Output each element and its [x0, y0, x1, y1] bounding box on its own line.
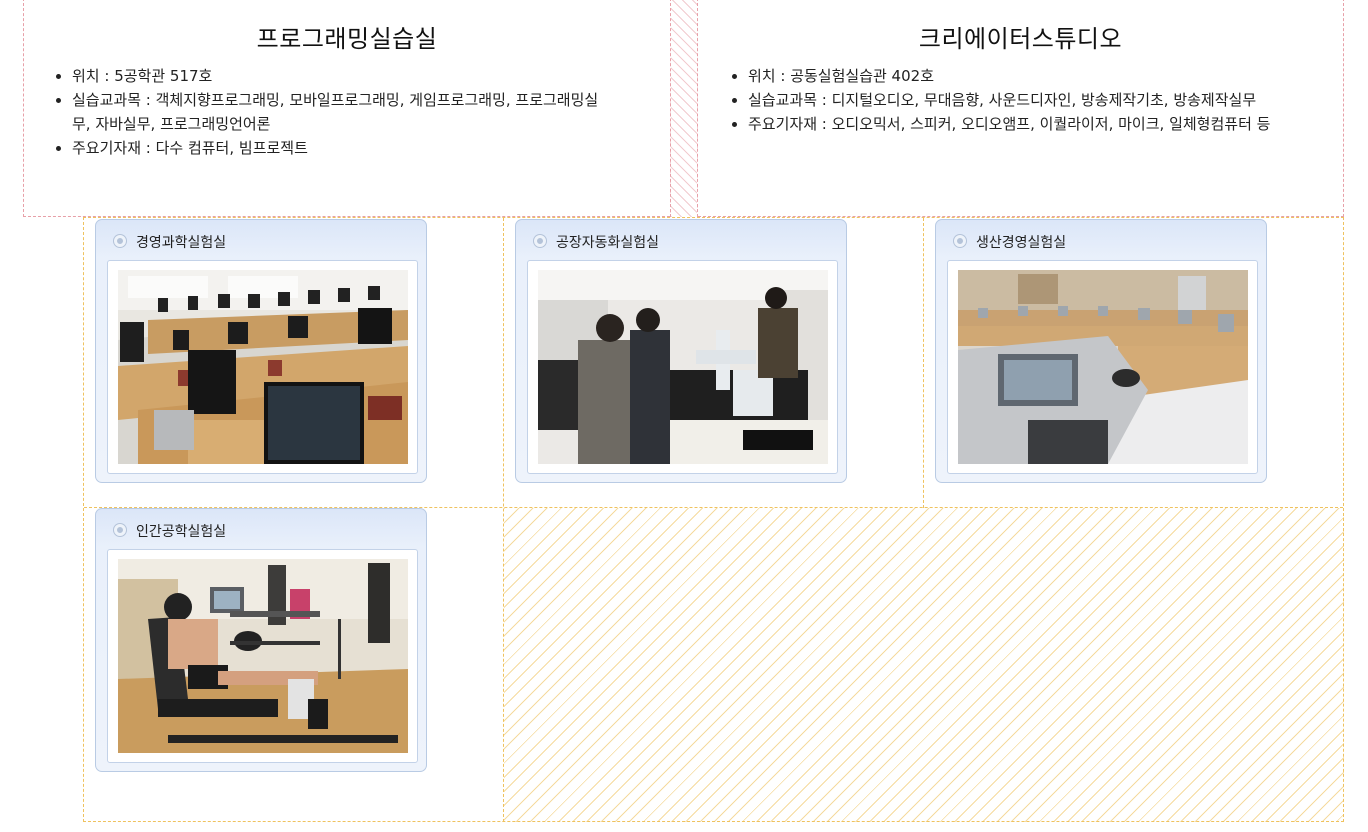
room-equipment: 주요기자재 : 다수 컴퓨터, 빔프로젝트	[72, 136, 612, 160]
lab-card-header: 생산경영실험실	[936, 220, 1266, 260]
lab-card-human-factors[interactable]: 인간공학실험실	[95, 508, 427, 772]
lab-card-production-management[interactable]: 생산경영실험실	[935, 219, 1267, 483]
lab-name: 인간공학실험실	[136, 524, 227, 540]
lab-photo-frame	[107, 549, 418, 763]
computer-lab-photo[interactable]	[118, 270, 408, 464]
room-description-row: 프로그래밍실습실 위치 : 5공학관 517호 실습교과목 : 객체지향프로그래…	[23, 0, 1344, 217]
lab-photo-frame	[107, 260, 418, 474]
lab-grid: 경영과학실험실 공장자동화실험실 생산경영실험실 인간공학실험실	[83, 217, 1344, 822]
bullet-icon	[114, 524, 126, 536]
bullet-icon	[114, 235, 126, 247]
room-title: 프로그래밍실습실	[256, 25, 438, 53]
lab-name: 생산경영실험실	[976, 235, 1067, 251]
driving-simulator-photo[interactable]	[118, 559, 408, 753]
lab-photo-frame	[527, 260, 838, 474]
lab-photo-frame	[947, 260, 1258, 474]
bullet-icon	[534, 235, 546, 247]
lab-card-header: 인간공학실험실	[96, 509, 426, 549]
room-courses: 실습교과목 : 디지털오디오, 무대음향, 사운드디자인, 방송제작기초, 방송…	[748, 88, 1293, 112]
lab-card-header: 공장자동화실험실	[516, 220, 846, 260]
robot-arm-lab-photo[interactable]	[538, 270, 828, 464]
room-location: 위치 : 5공학관 517호	[72, 64, 612, 88]
room-info-list: 위치 : 5공학관 517호 실습교과목 : 객체지향프로그래밍, 모바일프로그…	[24, 64, 612, 160]
bullet-icon	[954, 235, 966, 247]
room-location: 위치 : 공동실험실습관 402호	[748, 64, 1293, 88]
grid-divider	[923, 218, 924, 508]
room-info-list: 위치 : 공동실험실습관 402호 실습교과목 : 디지털오디오, 무대음향, …	[698, 64, 1293, 136]
room-panel-programming: 프로그래밍실습실 위치 : 5공학관 517호 실습교과목 : 객체지향프로그래…	[23, 0, 670, 217]
room-panel-creator-studio: 크리에이터스튜디오 위치 : 공동실험실습관 402호 실습교과목 : 디지털오…	[698, 0, 1344, 217]
room-divider	[670, 0, 698, 217]
room-courses: 실습교과목 : 객체지향프로그래밍, 모바일프로그래밍, 게임프로그래밍, 프로…	[72, 88, 612, 136]
lab-card-management-science[interactable]: 경영과학실험실	[95, 219, 427, 483]
lab-name: 경영과학실험실	[136, 235, 227, 251]
lecture-room-photo[interactable]	[958, 270, 1248, 464]
lab-name: 공장자동화실험실	[556, 235, 660, 251]
lab-card-factory-automation[interactable]: 공장자동화실험실	[515, 219, 847, 483]
lab-card-header: 경영과학실험실	[96, 220, 426, 260]
room-title: 크리에이터스튜디오	[918, 25, 1123, 53]
empty-grid-cell	[504, 508, 1344, 822]
room-equipment: 주요기자재 : 오디오믹서, 스피커, 오디오앰프, 이퀄라이저, 마이크, 일…	[748, 112, 1293, 136]
